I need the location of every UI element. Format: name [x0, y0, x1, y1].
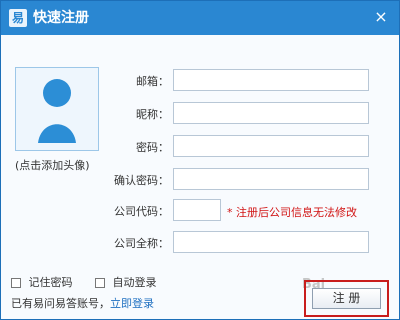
confirm-password-label: 确认密码：	[114, 174, 169, 187]
title-bar: 易 快速注册 ×	[1, 1, 399, 35]
register-button[interactable]: 注 册	[312, 288, 381, 309]
close-button[interactable]: ×	[371, 7, 391, 27]
login-prompt: 已有易问易答账号，立即登录	[11, 295, 154, 311]
company-name-label: 公司全称：	[114, 237, 169, 250]
company-code-label: 公司代码：	[114, 205, 169, 218]
existing-account-text: 已有易问易答账号，	[11, 297, 110, 310]
auto-login-checkbox[interactable]	[95, 278, 105, 288]
company-code-note-text: 注册后公司信息无法修改	[232, 206, 357, 219]
email-label: 邮箱：	[136, 75, 169, 88]
remember-password-checkbox[interactable]	[11, 278, 21, 288]
company-code-note: * 注册后公司信息无法修改	[227, 204, 357, 220]
remember-password-option[interactable]: 记住密码	[11, 274, 73, 290]
app-logo-icon: 易	[9, 9, 27, 27]
registration-window: 易 快速注册 × (点击添加头像) 邮箱： 昵称： 密码： 确认密码： 公司代码…	[0, 0, 400, 320]
company-name-field[interactable]	[173, 231, 369, 253]
company-name-row: 公司全称：	[1, 231, 399, 257]
email-field[interactable]	[173, 69, 369, 91]
remember-password-label: 记住密码	[28, 276, 73, 289]
nickname-label: 昵称：	[136, 108, 169, 121]
company-code-field[interactable]	[173, 199, 221, 221]
company-code-row: 公司代码： * 注册后公司信息无法修改	[1, 199, 399, 225]
email-row: 邮箱：	[1, 69, 399, 95]
password-row: 密码：	[1, 135, 399, 161]
window-title: 快速注册	[33, 10, 89, 26]
login-link[interactable]: 立即登录	[110, 297, 154, 310]
nickname-row: 昵称：	[1, 102, 399, 128]
password-label: 密码：	[136, 141, 169, 154]
auto-login-option[interactable]: 自动登录	[95, 274, 157, 290]
confirm-password-field[interactable]	[173, 168, 369, 190]
auto-login-label: 自动登录	[112, 276, 157, 289]
confirm-password-row: 确认密码：	[1, 168, 399, 194]
nickname-field[interactable]	[173, 102, 369, 124]
password-field[interactable]	[173, 135, 369, 157]
